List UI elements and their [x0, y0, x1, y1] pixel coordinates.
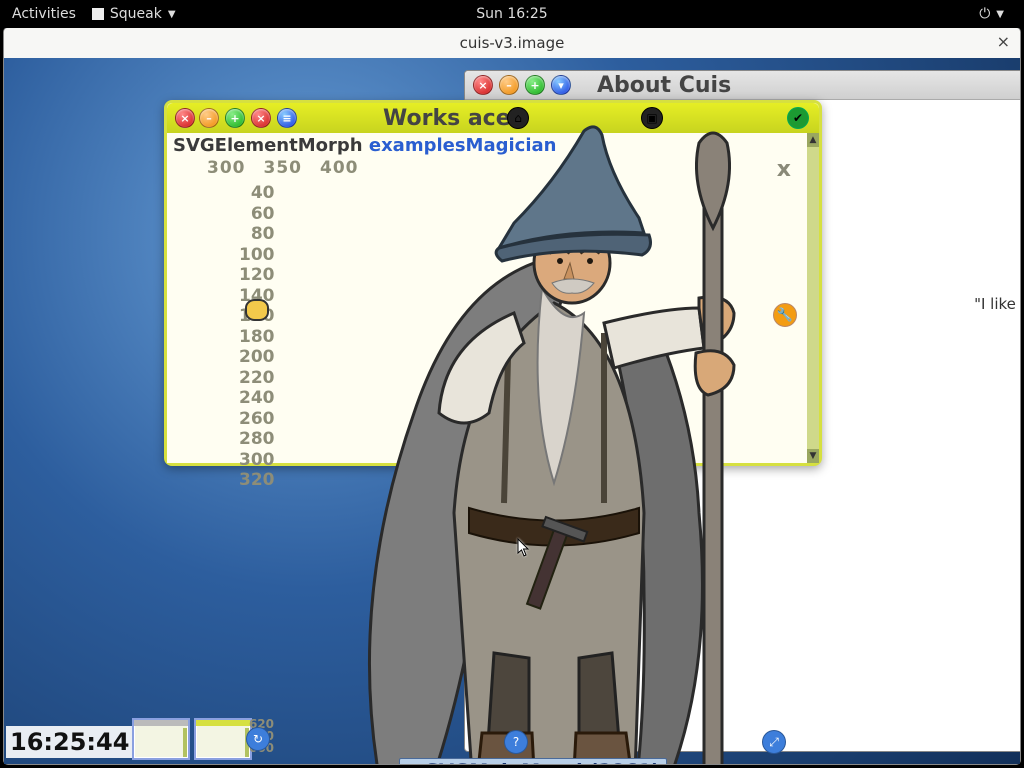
inner-ruler-left: 40 60 80 100 120 140 160 180 200 220 240… [239, 183, 275, 491]
window-titlebar[interactable]: cuis-v3.image × [4, 28, 1020, 59]
menu-icon[interactable]: ≡ [277, 108, 297, 128]
chevron-down-icon: ▼ [996, 9, 1004, 20]
close-button[interactable]: × [997, 32, 1010, 51]
about-title: About Cuis [597, 73, 731, 98]
window-title: cuis-v3.image [460, 34, 565, 52]
close-icon[interactable]: × [175, 108, 195, 128]
chevron-down-icon: ▼ [168, 9, 176, 20]
squeak-icon [92, 8, 104, 20]
expand-icon[interactable]: + [225, 108, 245, 128]
world-clock: 16:25:44 [6, 726, 133, 758]
collapse-icon[interactable]: – [499, 75, 519, 95]
morph-name-label: a SVGMainMorph(2861) [399, 758, 667, 764]
taskbar-thumbs: 620 640 660 [132, 718, 252, 760]
collapse-icon[interactable]: – [199, 108, 219, 128]
close-icon[interactable]: × [473, 75, 493, 95]
menu-icon[interactable]: ▾ [551, 75, 571, 95]
gold-handle-icon[interactable] [245, 299, 269, 321]
svg-magician-morph[interactable] [304, 113, 824, 764]
app-window: cuis-v3.image × × – + ▾ About Cuis Small… [4, 28, 1020, 764]
halo-rotate-icon[interactable]: ↻ [246, 727, 270, 751]
thumb-workspace[interactable]: 620 640 660 [194, 718, 252, 760]
gnome-topbar: Activities Squeak ▼ Sun 16:25 ⏻ ▼ [0, 0, 1024, 28]
about-titlebar[interactable]: × – + ▾ About Cuis [465, 71, 1020, 100]
expand-icon[interactable]: + [525, 75, 545, 95]
power-icon[interactable]: ⏻ [979, 6, 990, 22]
extra-close-icon[interactable]: × [251, 108, 271, 128]
app-menu[interactable]: Squeak ▼ [92, 6, 176, 22]
app-menu-label: Squeak [110, 6, 162, 22]
halo-scale-icon[interactable]: ⤢ [762, 730, 786, 754]
thumb-about[interactable] [132, 718, 190, 760]
topbar-clock[interactable]: Sun 16:25 [476, 6, 547, 22]
cuis-world[interactable]: × – + ▾ About Cuis Smallta an. You GO, g… [4, 58, 1020, 764]
activities-button[interactable]: Activities [12, 6, 76, 22]
halo-help-icon[interactable]: ? [504, 730, 528, 754]
